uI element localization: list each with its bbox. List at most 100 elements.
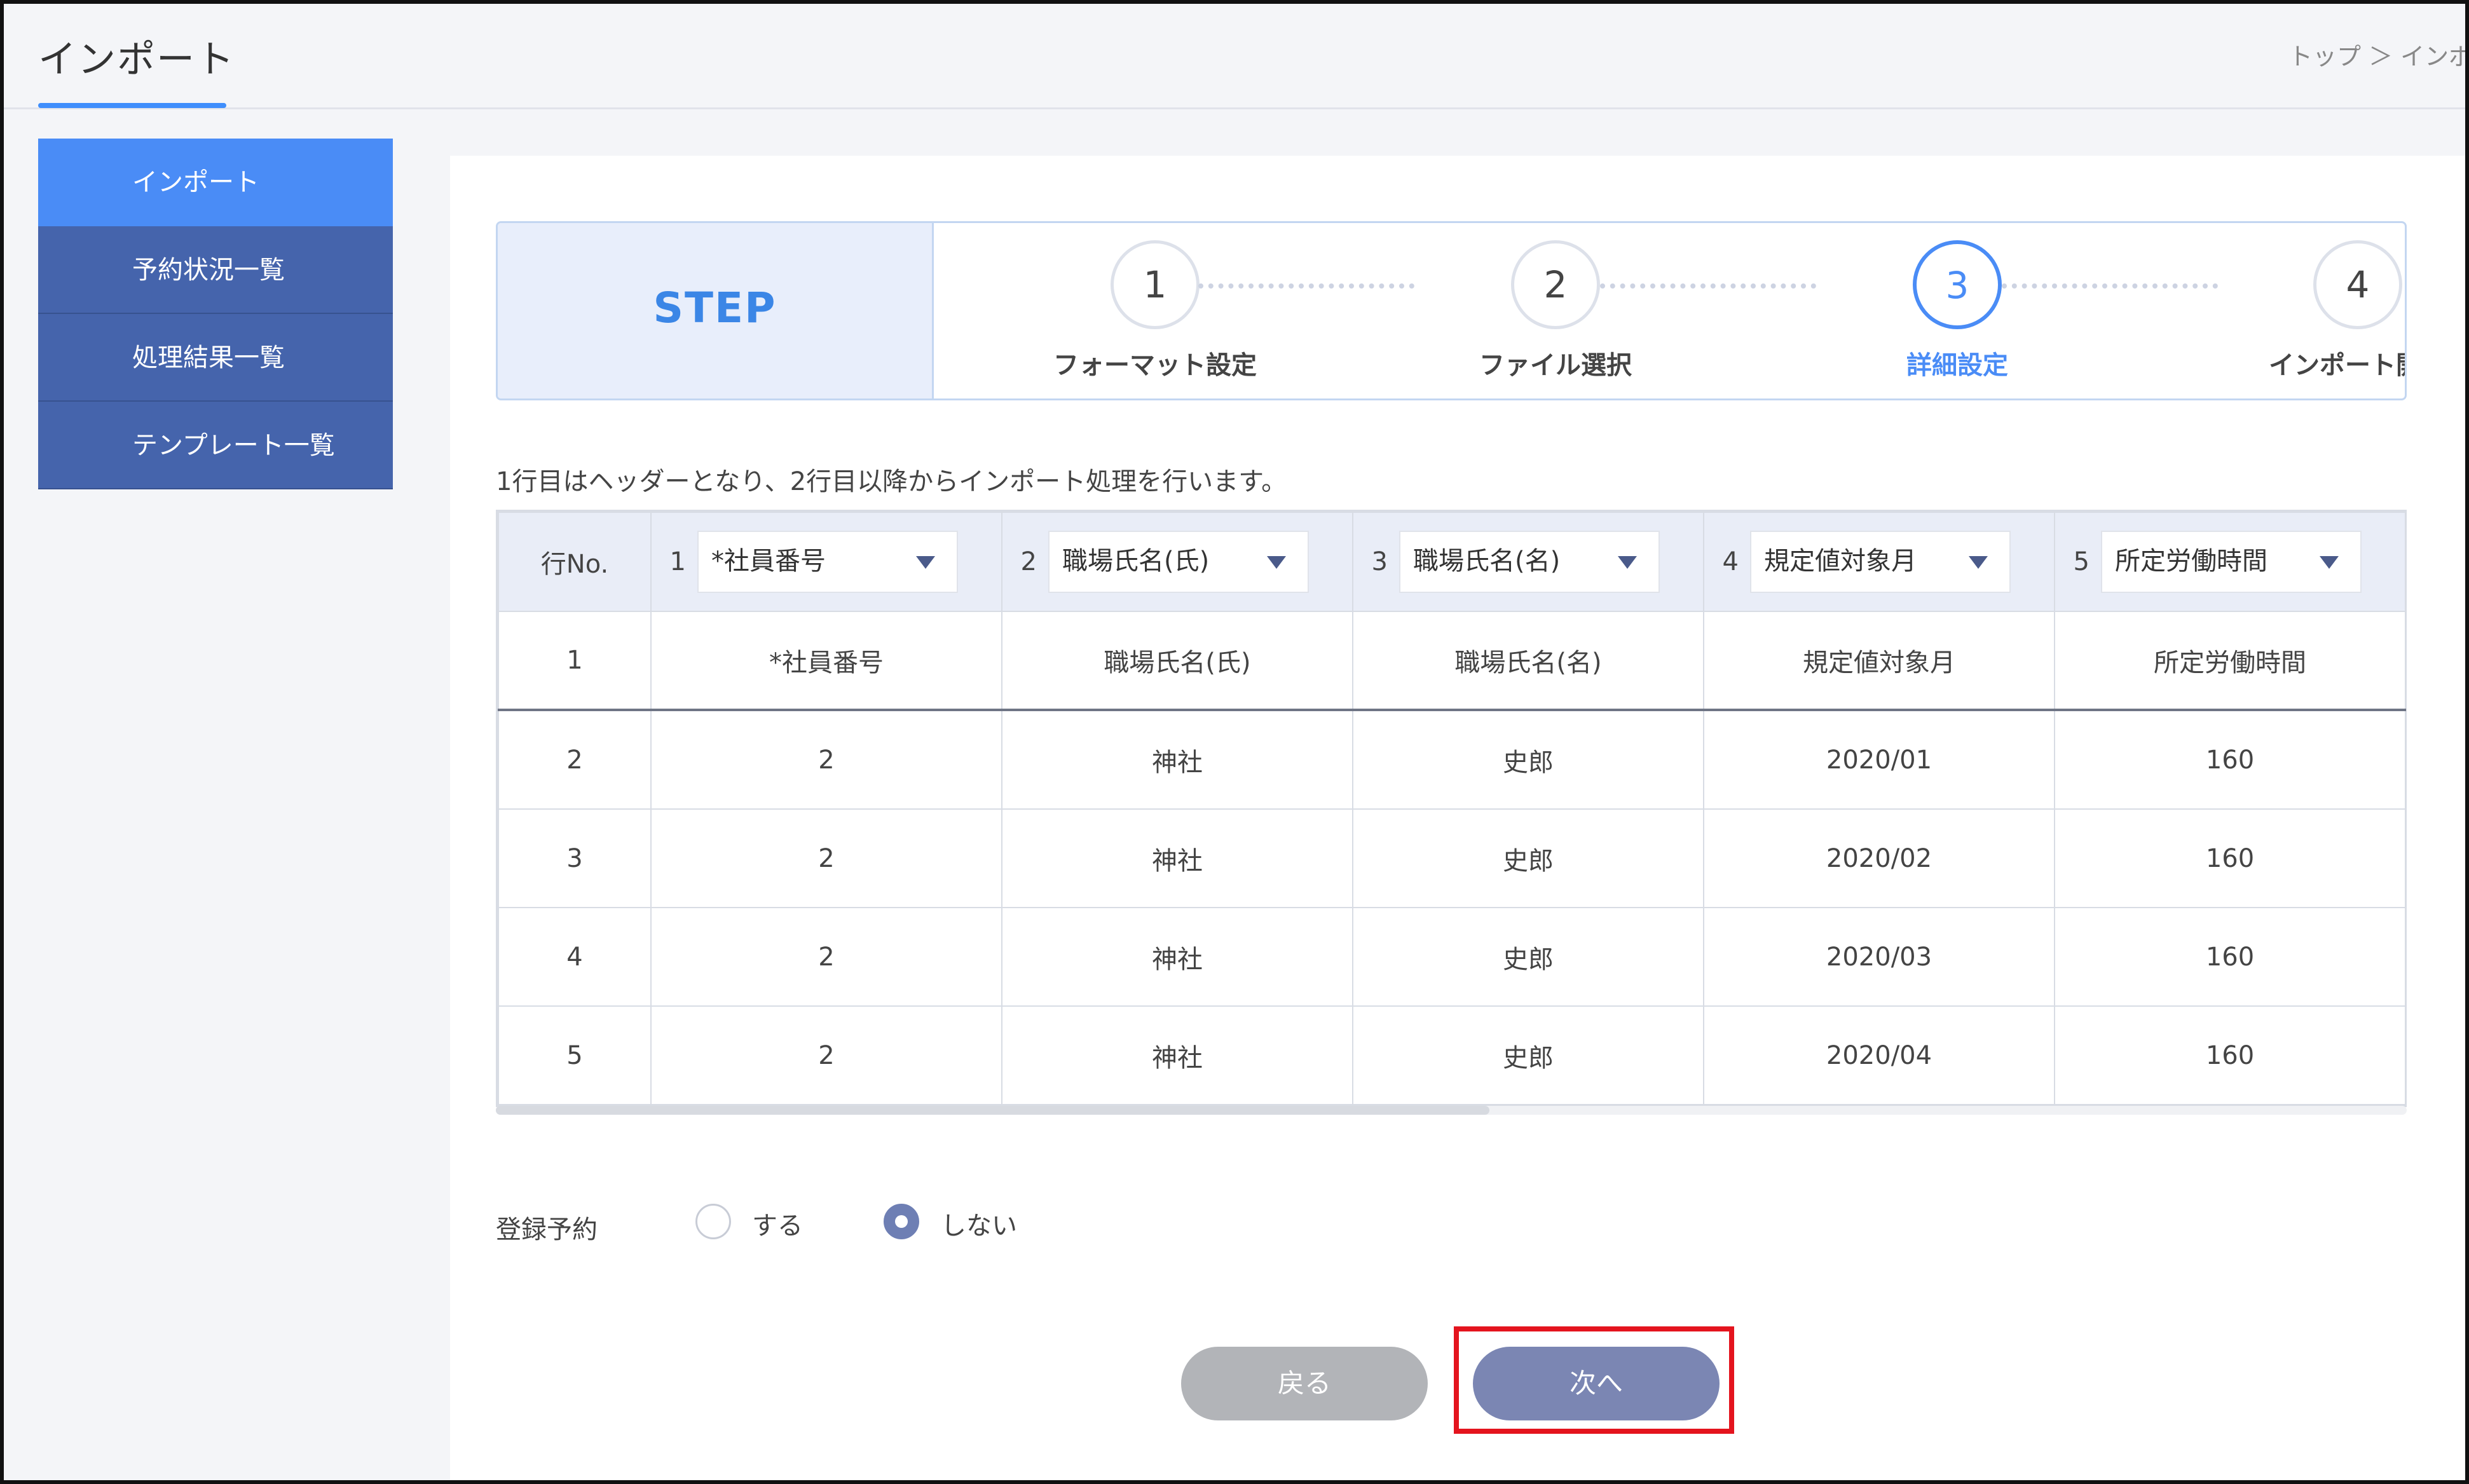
registration-label: 登録予約 xyxy=(496,1215,598,1244)
column-mapping-value: 職場氏名(氏) xyxy=(1062,547,1210,576)
table-header-row: 行No. 1 *社員番号 2 職場氏名(氏) 3 職場氏名(名) 4 規定値対象月 5所… xyxy=(498,512,2406,612)
column-mapping-select[interactable]: 所定労働時間 xyxy=(2101,531,2362,593)
table-cell: 160 xyxy=(2054,709,2406,810)
step-3-name: 詳細設定 xyxy=(1906,351,2008,380)
column-header: 3 職場氏名(名) xyxy=(1352,512,1704,612)
step-connector xyxy=(1198,283,1414,289)
main-card: STEP 1 フォーマット設定 2 ファイル選択 3 詳細設定 4 インポート開… xyxy=(450,156,2469,1484)
step-2-name: ファイル選択 xyxy=(1479,351,1632,380)
row-number: 3 xyxy=(498,808,652,908)
table-cell: 神社 xyxy=(1001,808,1353,908)
page-title: インポート xyxy=(38,37,235,82)
table-cell: 160 xyxy=(2054,907,2406,1007)
radio-register-yes[interactable] xyxy=(695,1204,731,1239)
table-cell: 2020/04 xyxy=(1703,1005,2055,1105)
table-cell: 神社 xyxy=(1001,709,1353,810)
table-cell: 160 xyxy=(2054,1005,2406,1105)
sidebar: インポート 予約状況一覧 処理結果一覧 テンプレート一覧 xyxy=(38,139,393,489)
column-number: 1 xyxy=(669,547,686,576)
table-cell: 史郎 xyxy=(1352,709,1704,810)
caret-down-icon xyxy=(1969,556,1988,569)
sidebar-item-reservation-list[interactable]: 予約状況一覧 xyxy=(38,226,393,314)
step-1-name: フォーマット設定 xyxy=(1053,351,1257,380)
table-row: 4 2 神社 史郎 2020/03 160 xyxy=(498,907,2406,1007)
column-mapping-value: *社員番号 xyxy=(711,547,826,576)
rowno-header: 行No. xyxy=(498,512,652,612)
column-mapping-value: 職場氏名(名) xyxy=(1413,547,1561,576)
column-header: 2 職場氏名(氏) xyxy=(1001,512,1353,612)
table-cell: 2 xyxy=(650,907,1002,1007)
table-cell: 神社 xyxy=(1001,1005,1353,1105)
step-label-box: STEP xyxy=(498,223,934,398)
radio-register-yes-label[interactable]: する xyxy=(752,1205,803,1242)
row-number: 5 xyxy=(498,1005,652,1105)
row-number: 2 xyxy=(498,709,652,810)
table-cell: 2 xyxy=(650,1005,1002,1105)
table-row: 3 2 神社 史郎 2020/02 160 xyxy=(498,808,2406,908)
table-cell: 2020/02 xyxy=(1703,808,2055,908)
table-row: 1 *社員番号 職場氏名(氏) 職場氏名(名) 規定値対象月 所定労働時間 xyxy=(498,611,2406,711)
step-1: 1 フォーマット設定 xyxy=(1028,240,1282,381)
scrollbar-thumb[interactable] xyxy=(496,1106,1489,1115)
preview-table: 行No. 1 *社員番号 2 職場氏名(氏) 3 職場氏名(名) 4 規定値対象月 5所… xyxy=(496,510,2407,1107)
step-4-name: インポート開始 xyxy=(2269,351,2405,380)
table-cell: 史郎 xyxy=(1352,1005,1704,1105)
step-connector xyxy=(1600,283,1816,289)
step-indicator: STEP 1 フォーマット設定 2 ファイル選択 3 詳細設定 4 インポート開… xyxy=(496,221,2407,400)
table-cell: 2020/03 xyxy=(1703,907,2055,1007)
column-number: 4 xyxy=(1722,547,1739,576)
column-mapping-select[interactable]: *社員番号 xyxy=(697,531,958,593)
table-cell: 神社 xyxy=(1001,907,1353,1007)
table-cell: 史郎 xyxy=(1352,808,1704,908)
caret-down-icon xyxy=(2320,556,2339,569)
row-number: 4 xyxy=(498,907,652,1007)
import-description: 1行目はヘッダーとなり、2行目以降からインポート処理を行います。 xyxy=(496,467,1287,496)
caret-down-icon xyxy=(916,556,935,569)
step-2: 2 ファイル選択 xyxy=(1428,240,1683,381)
step-1-number: 1 xyxy=(1111,240,1200,329)
sidebar-item-template-list[interactable]: テンプレート一覧 xyxy=(38,402,393,489)
step-connector xyxy=(2002,283,2218,289)
table-row: 5 2 神社 史郎 2020/04 160 xyxy=(498,1005,2406,1105)
column-header: 5 所定労働時間 xyxy=(2054,512,2406,612)
step-3: 3 詳細設定 xyxy=(1830,240,2084,381)
column-header: 4 規定値対象月 xyxy=(1703,512,2055,612)
column-number: 5 xyxy=(2073,547,2089,576)
table-cell: 2 xyxy=(650,808,1002,908)
column-header: 1 *社員番号 xyxy=(650,512,1002,612)
table-cell: 職場氏名(氏) xyxy=(1001,611,1353,711)
column-mapping-select[interactable]: 職場氏名(名) xyxy=(1399,531,1660,593)
column-mapping-value: 規定値対象月 xyxy=(1764,547,1917,576)
column-number: 3 xyxy=(1371,547,1388,576)
column-mapping-select[interactable]: 規定値対象月 xyxy=(1750,531,2011,593)
table-cell: 職場氏名(名) xyxy=(1352,611,1704,711)
radio-register-no-label[interactable]: しない xyxy=(941,1205,1017,1242)
table-cell: 2 xyxy=(650,709,1002,810)
caret-down-icon xyxy=(1267,556,1286,569)
table-cell: 規定値対象月 xyxy=(1703,611,2055,711)
step-4: 4 インポート開始 xyxy=(2231,240,2405,381)
column-number: 2 xyxy=(1020,547,1037,576)
page-title-underline xyxy=(38,103,226,108)
column-mapping-select[interactable]: 職場氏名(氏) xyxy=(1048,531,1309,593)
step-3-number: 3 xyxy=(1913,240,2002,329)
row-number: 1 xyxy=(498,611,652,711)
horizontal-scrollbar[interactable] xyxy=(496,1106,2407,1115)
sidebar-item-import[interactable]: インポート xyxy=(38,139,393,226)
breadcrumb[interactable]: トップ ＞ インポ xyxy=(2288,37,2465,72)
caret-down-icon xyxy=(1618,556,1637,569)
table-cell: 2020/01 xyxy=(1703,709,2055,810)
sidebar-item-result-list[interactable]: 処理結果一覧 xyxy=(38,314,393,402)
step-label: STEP xyxy=(653,283,777,332)
step-4-number: 4 xyxy=(2313,240,2402,329)
back-button[interactable]: 戻る xyxy=(1181,1347,1428,1420)
table-cell: 史郎 xyxy=(1352,907,1704,1007)
table-row: 2 2 神社 史郎 2020/01 160 xyxy=(498,709,2406,810)
table-cell: 所定労働時間 xyxy=(2054,611,2406,711)
radio-register-no[interactable] xyxy=(884,1204,919,1239)
page-header: インポート トップ ＞ インポ xyxy=(0,0,2469,109)
step-2-number: 2 xyxy=(1511,240,1600,329)
highlight-annotation xyxy=(1454,1326,1734,1434)
table-cell: *社員番号 xyxy=(650,611,1002,711)
column-mapping-value: 所定労働時間 xyxy=(2115,547,2267,576)
